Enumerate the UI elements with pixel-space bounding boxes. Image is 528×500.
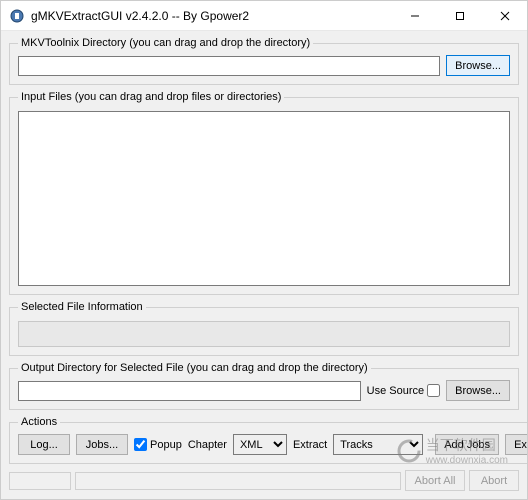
input-files-list[interactable] — [18, 111, 510, 286]
mkvtoolnix-group: MKVToolnix Directory (you can drag and d… — [9, 37, 519, 85]
mkvtoolnix-legend: MKVToolnix Directory (you can drag and d… — [18, 37, 313, 49]
mkvtoolnix-dir-input[interactable] — [18, 56, 440, 76]
input-files-legend: Input Files (you can drag and drop files… — [18, 91, 284, 103]
jobs-button[interactable]: Jobs... — [76, 434, 128, 455]
mkvtoolnix-browse-button[interactable]: Browse... — [446, 55, 510, 76]
abort-all-button[interactable]: Abort All — [405, 470, 465, 491]
popup-check-input[interactable] — [134, 438, 147, 451]
selected-info-legend: Selected File Information — [18, 301, 146, 313]
extract-button[interactable]: Extract — [505, 434, 527, 455]
output-browse-button[interactable]: Browse... — [446, 380, 510, 401]
minimize-button[interactable] — [392, 1, 437, 30]
popup-label: Popup — [150, 439, 182, 451]
window-controls — [392, 1, 527, 30]
output-dir-input[interactable] — [18, 381, 361, 401]
client-area: MKVToolnix Directory (you can drag and d… — [1, 31, 527, 499]
selected-info-group: Selected File Information — [9, 301, 519, 356]
actions-legend: Actions — [18, 416, 60, 428]
app-window: gMKVExtractGUI v2.4.2.0 -- By Gpower2 MK… — [0, 0, 528, 500]
selected-info-box — [18, 321, 510, 347]
footer-progress-cell — [75, 472, 401, 490]
footer-status-cell — [9, 472, 71, 490]
close-button[interactable] — [482, 1, 527, 30]
actions-group: Actions Log... Jobs... Popup Chapter XML… — [9, 416, 527, 464]
window-title: gMKVExtractGUI v2.4.2.0 -- By Gpower2 — [31, 9, 392, 23]
extract-mode-label: Extract — [293, 439, 327, 451]
output-dir-legend: Output Directory for Selected File (you … — [18, 362, 371, 374]
use-source-label: Use Source — [367, 385, 424, 397]
titlebar: gMKVExtractGUI v2.4.2.0 -- By Gpower2 — [1, 1, 527, 31]
app-icon — [9, 8, 25, 24]
maximize-button[interactable] — [437, 1, 482, 30]
add-jobs-button[interactable]: Add Jobs — [435, 434, 499, 455]
log-button[interactable]: Log... — [18, 434, 70, 455]
chapter-label: Chapter — [188, 439, 227, 451]
use-source-check-input[interactable] — [427, 384, 440, 397]
abort-button[interactable]: Abort — [469, 470, 519, 491]
use-source-checkbox[interactable]: Use Source — [367, 384, 440, 397]
output-dir-group: Output Directory for Selected File (you … — [9, 362, 519, 410]
popup-checkbox[interactable]: Popup — [134, 438, 182, 451]
chapter-combo[interactable]: XML — [233, 434, 287, 455]
input-files-group: Input Files (you can drag and drop files… — [9, 91, 519, 295]
extract-mode-combo[interactable]: Tracks — [333, 434, 423, 455]
